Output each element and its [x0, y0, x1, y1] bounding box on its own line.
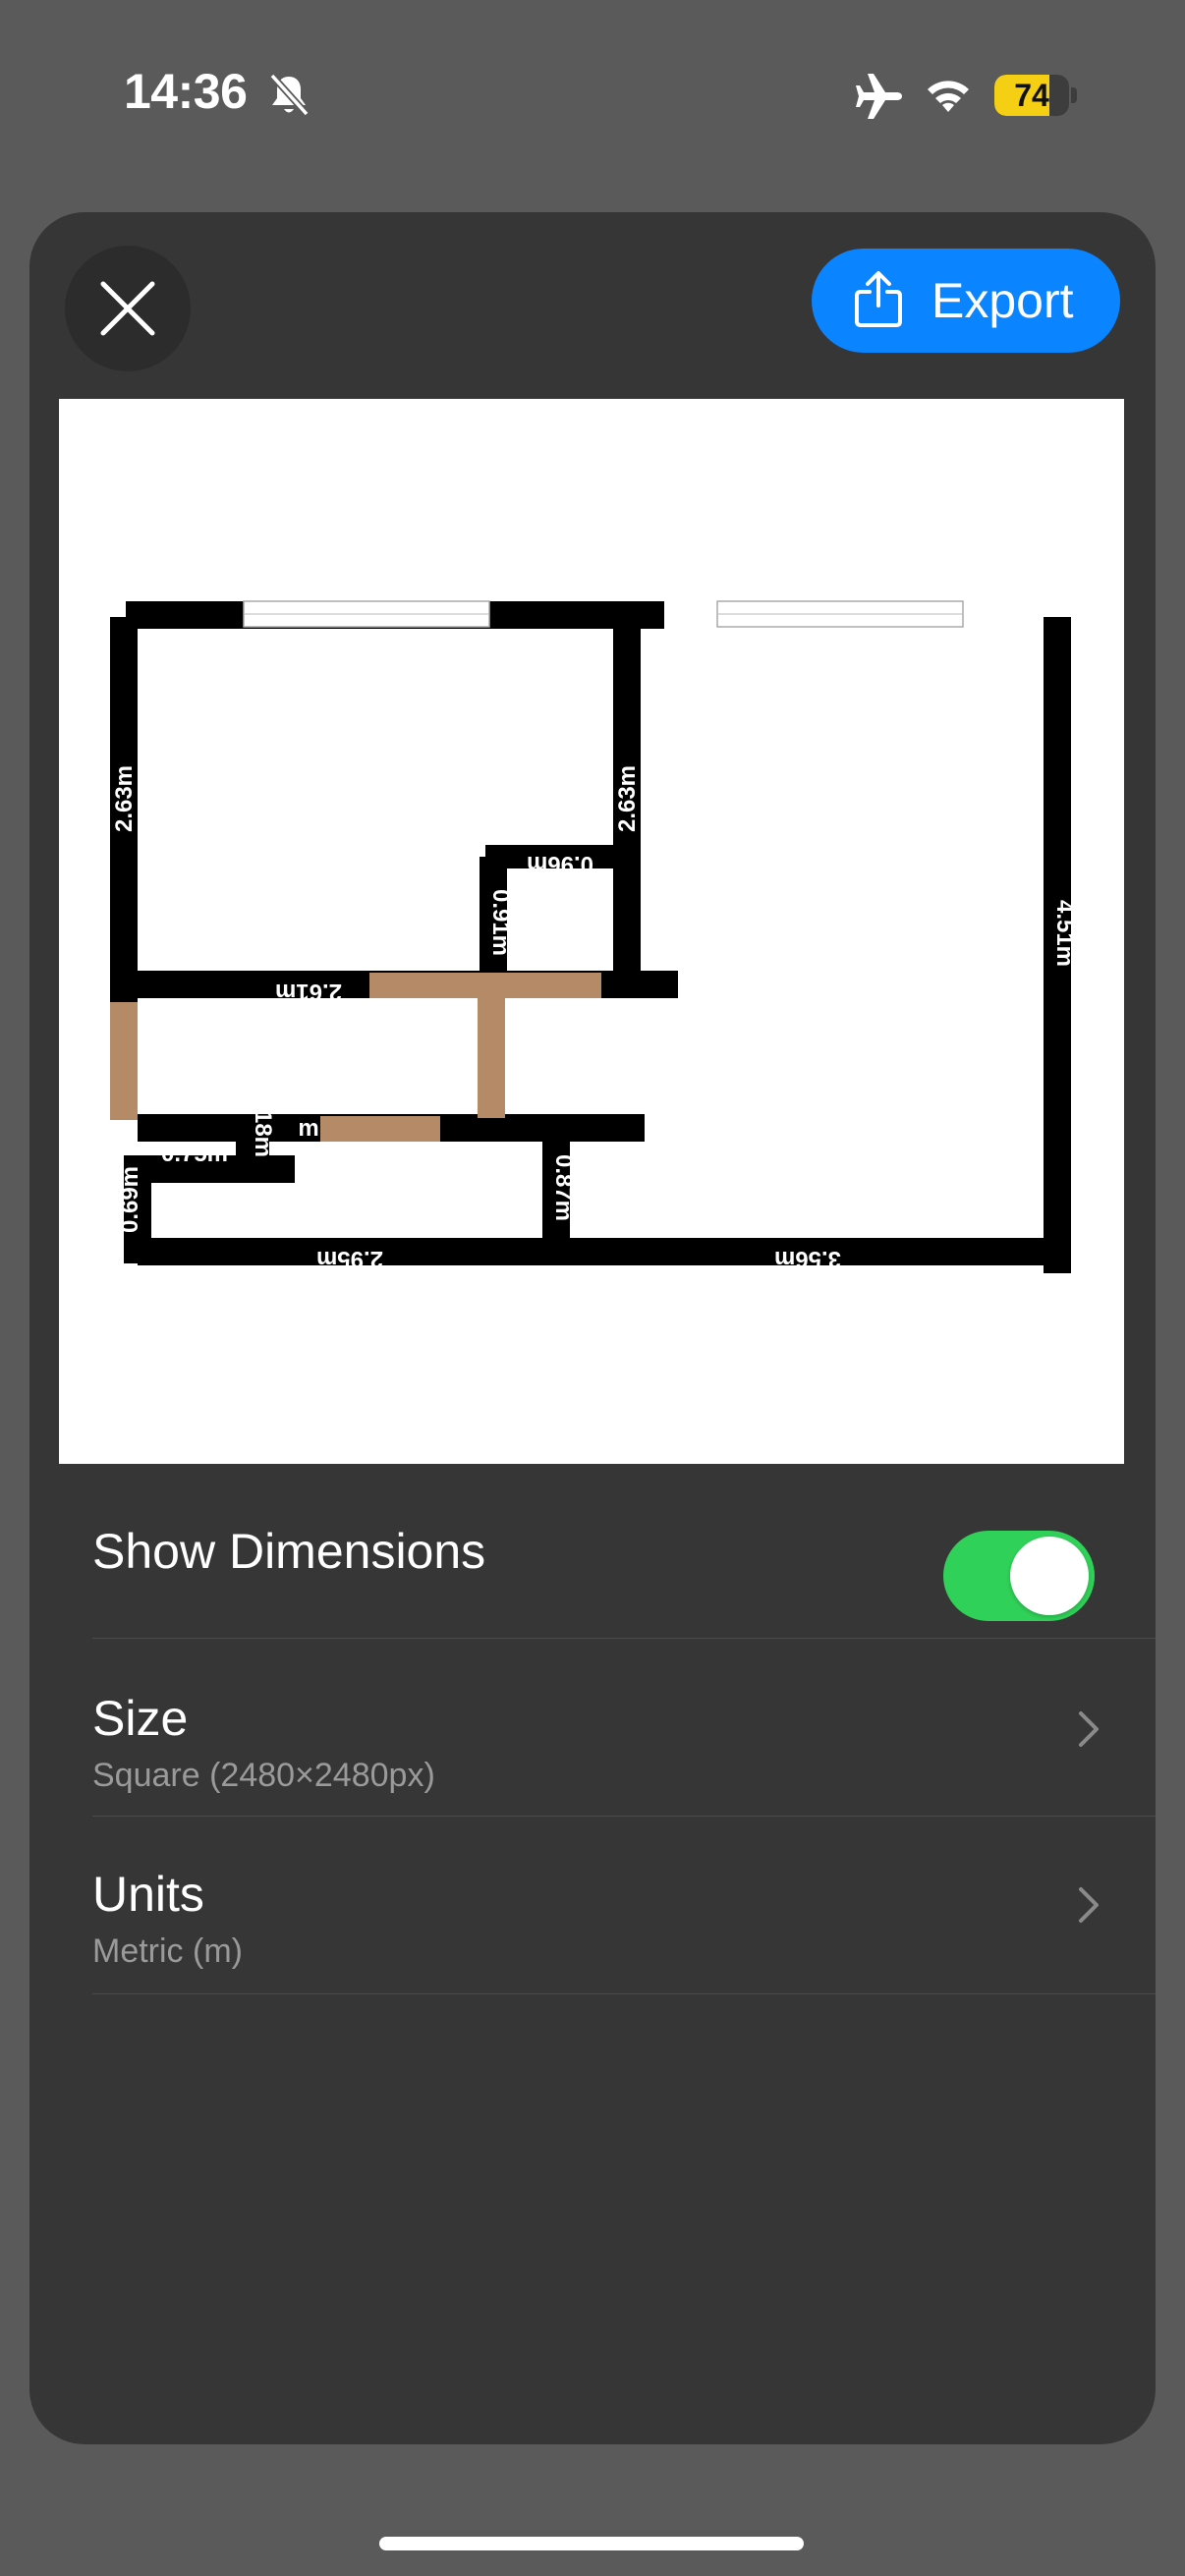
toggle-knob: [1010, 1537, 1089, 1615]
chevron-right-icon: [1079, 1711, 1099, 1747]
units-row[interactable]: Units Metric (m): [92, 1817, 1156, 1994]
close-icon: [100, 281, 155, 336]
dim-label: 2.63m: [111, 765, 138, 832]
dim-label: m: [298, 1115, 318, 1142]
dim-label: 2.63m: [614, 765, 641, 832]
status-time: 14:36: [124, 64, 248, 119]
units-label: Units: [92, 1867, 204, 1922]
bell-slash-icon: [269, 73, 310, 117]
battery-percent: 74: [1014, 78, 1049, 113]
show-dimensions-toggle[interactable]: [943, 1531, 1095, 1621]
export-button[interactable]: Export: [812, 249, 1120, 353]
dim-label: 18m: [250, 1110, 276, 1157]
size-row[interactable]: Size Square (2480×2480px): [92, 1639, 1156, 1817]
dim-label: 0.87m: [550, 1154, 577, 1221]
battery-icon: 74: [994, 75, 1077, 116]
wifi-icon: [928, 81, 969, 112]
dim-label: 2.61m: [275, 979, 342, 1005]
airplane-icon: [856, 74, 902, 119]
dim-label: 0.91m: [487, 889, 514, 956]
wall: [138, 1238, 1071, 1265]
chevron-right-icon: [1079, 1887, 1099, 1923]
door: [320, 1116, 440, 1142]
dim-label: 0.96m: [527, 851, 593, 877]
size-label: Size: [92, 1691, 189, 1746]
floor-plan-preview: 2.63m 2.63m 0.96m 0.91m 4.51m 2.61m 0.75…: [59, 399, 1124, 1464]
export-sheet: Export 2.63m 2.63m 0.96m 0.91m 4.51m 2.6…: [29, 212, 1156, 2444]
dim-label: 0.75m: [161, 1141, 228, 1167]
size-value: Square (2480×2480px): [92, 1757, 435, 1794]
home-indicator: [379, 2537, 804, 2550]
dim-label: 2.95m: [316, 1246, 383, 1272]
dimension-labels: 2.63m 2.63m 0.96m 0.91m 4.51m 2.61m 0.75…: [111, 765, 1078, 1272]
dim-label: 0.69m: [117, 1166, 143, 1233]
door: [478, 996, 505, 1118]
door: [110, 1002, 138, 1120]
show-dimensions-label: Show Dimensions: [92, 1524, 486, 1579]
door: [369, 973, 601, 998]
share-icon: [855, 271, 902, 327]
export-label: Export: [931, 273, 1074, 328]
dim-label: 3.56m: [774, 1246, 841, 1272]
walls: [110, 601, 1071, 1273]
units-value: Metric (m): [92, 1932, 243, 1970]
close-button[interactable]: [65, 246, 191, 371]
dim-label: 4.51m: [1051, 900, 1078, 967]
